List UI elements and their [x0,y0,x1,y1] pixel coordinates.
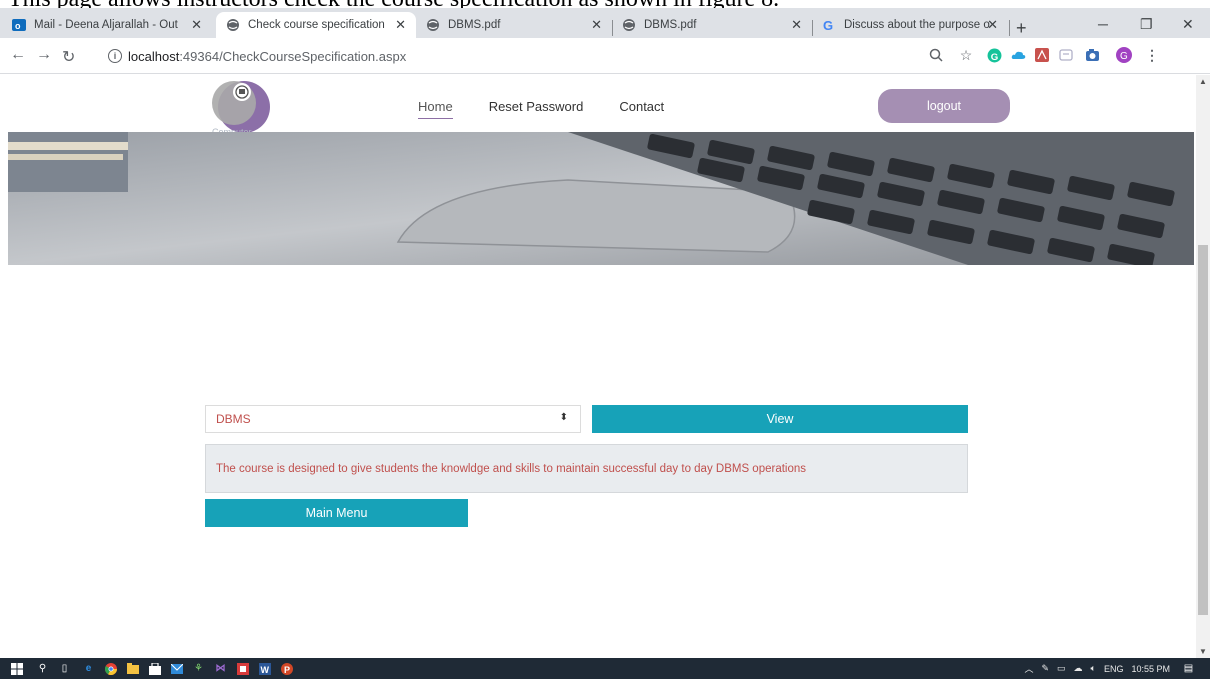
tab-mail[interactable]: o Mail - Deena Aljarallah - Out ✕ [2,12,212,38]
globe-icon [426,18,440,32]
close-icon[interactable]: ✕ [591,17,602,33]
chrome-icon[interactable] [104,662,117,675]
kebab-menu-icon[interactable]: ⋮ [1144,47,1160,63]
profile-avatar[interactable]: G [1116,47,1132,63]
cloud-tray-icon[interactable]: ☁ [1074,663,1083,674]
course-select-value: DBMS [216,412,251,426]
scrollbar-thumb[interactable] [1198,245,1208,615]
reload-icon[interactable]: ↻ [62,47,75,67]
minimize-icon[interactable]: ─ [1098,16,1108,32]
notification-icon[interactable]: ▤ [1182,662,1195,675]
browser-tab-strip: o Mail - Deena Aljarallah - Out ✕ Check … [0,8,1210,38]
address-bar[interactable]: i localhost :49364/CheckCourseSpecificat… [108,44,988,68]
red-app-icon[interactable] [236,662,249,675]
clock[interactable]: 10:55 PM [1131,664,1170,674]
close-icon[interactable]: ✕ [395,17,406,33]
close-icon[interactable]: ✕ [191,17,202,33]
tab-google-search[interactable]: G Discuss about the purpose o ✕ [812,12,1008,38]
logout-button[interactable]: logout [878,89,1010,123]
pdf-extension-icon[interactable] [1034,47,1050,63]
bookmark-star-icon[interactable]: ☆ [958,47,974,63]
search-icon[interactable]: ⚲ [36,662,49,675]
chevron-up-icon[interactable]: ︿ [1024,662,1033,675]
close-window-icon[interactable]: ✕ [1182,16,1194,33]
svg-text:G: G [823,18,833,32]
edge-icon[interactable]: e [82,662,95,675]
maximize-icon[interactable]: ❐ [1140,16,1153,33]
new-tab-icon[interactable]: + [1016,18,1027,39]
svg-text:o: o [15,21,21,31]
course-description-box: The course is designed to give students … [205,444,968,493]
battery-icon[interactable]: ▭ [1057,663,1066,674]
url-host: localhost [128,48,180,64]
nav-home-link[interactable]: Home [418,99,453,119]
main-nav: Home Reset Password Contact [418,99,664,119]
main-menu-button[interactable]: Main Menu [205,499,468,527]
visual-studio-icon[interactable]: ⋈ [214,662,227,675]
info-icon[interactable]: i [108,49,122,63]
system-tray: ︿ ✎ ▭ ☁ 🔈︎ ENG 10:55 PM [1024,662,1170,675]
tab-check-course[interactable]: Check course specification ✕ [216,12,416,38]
mail-app-icon[interactable] [170,662,183,675]
task-view-icon[interactable]: ▯ [58,662,71,675]
tab-separator [1009,20,1010,36]
close-icon[interactable]: ✕ [987,17,998,33]
file-explorer-icon[interactable] [126,662,139,675]
language-indicator[interactable]: ENG [1104,664,1124,674]
network-app-icon[interactable]: ⚘ [192,662,205,675]
scroll-down-icon[interactable]: ▼ [1199,647,1207,656]
svg-text:W: W [260,665,269,675]
camera-icon[interactable] [1084,47,1100,63]
volume-icon[interactable]: 🔈︎ [1091,663,1096,674]
select-arrows-icon: ⬍ [559,412,568,423]
windows-taskbar: ⚲ ▯ e ⚘ ⋈ W P ︿ ✎ ▭ ☁ 🔈︎ ENG 10:55 PM ▤ [0,658,1210,679]
scroll-up-icon[interactable]: ▲ [1199,77,1207,86]
site-logo[interactable]: Computer [212,79,272,137]
zoom-icon[interactable] [928,47,944,63]
course-select[interactable]: DBMS ⬍ [205,405,581,433]
svg-text:P: P [284,665,290,675]
nav-contact-link[interactable]: Contact [619,99,664,119]
page-scrollbar[interactable]: ▲ ▼ [1196,75,1210,658]
pen-icon[interactable]: ✎ [1041,663,1049,674]
grammarly-icon[interactable]: G [986,47,1002,63]
cloud-icon[interactable] [1010,47,1026,63]
windows-start-icon[interactable] [10,662,23,675]
outlook-icon: o [12,18,26,32]
globe-icon [226,18,240,32]
word-icon[interactable]: W [258,662,271,675]
svg-text:G: G [990,51,998,62]
pocket-icon[interactable] [1058,47,1074,63]
store-icon[interactable] [148,662,161,675]
view-button[interactable]: View [592,405,968,433]
course-description-text: The course is designed to give students … [216,462,807,475]
svg-text:G: G [1120,51,1128,62]
tab-dbms-pdf-1[interactable]: DBMS.pdf ✕ [416,12,612,38]
url-path: :49364/CheckCourseSpecification.aspx [179,48,407,64]
close-icon[interactable]: ✕ [791,17,802,33]
powerpoint-icon[interactable]: P [280,662,293,675]
hero-laptop-image [8,132,1194,265]
web-page: Computer Home Reset Password Contact log… [0,75,1196,658]
google-icon: G [822,18,836,32]
back-icon[interactable]: ← [10,46,26,64]
forward-icon[interactable]: → [36,46,52,64]
globe-icon [622,18,636,32]
nav-reset-password-link[interactable]: Reset Password [489,99,584,119]
browser-toolbar: ← → ↻ i localhost :49364/CheckCourseSpec… [0,38,1210,74]
tab-dbms-pdf-2[interactable]: DBMS.pdf ✕ [612,12,812,38]
